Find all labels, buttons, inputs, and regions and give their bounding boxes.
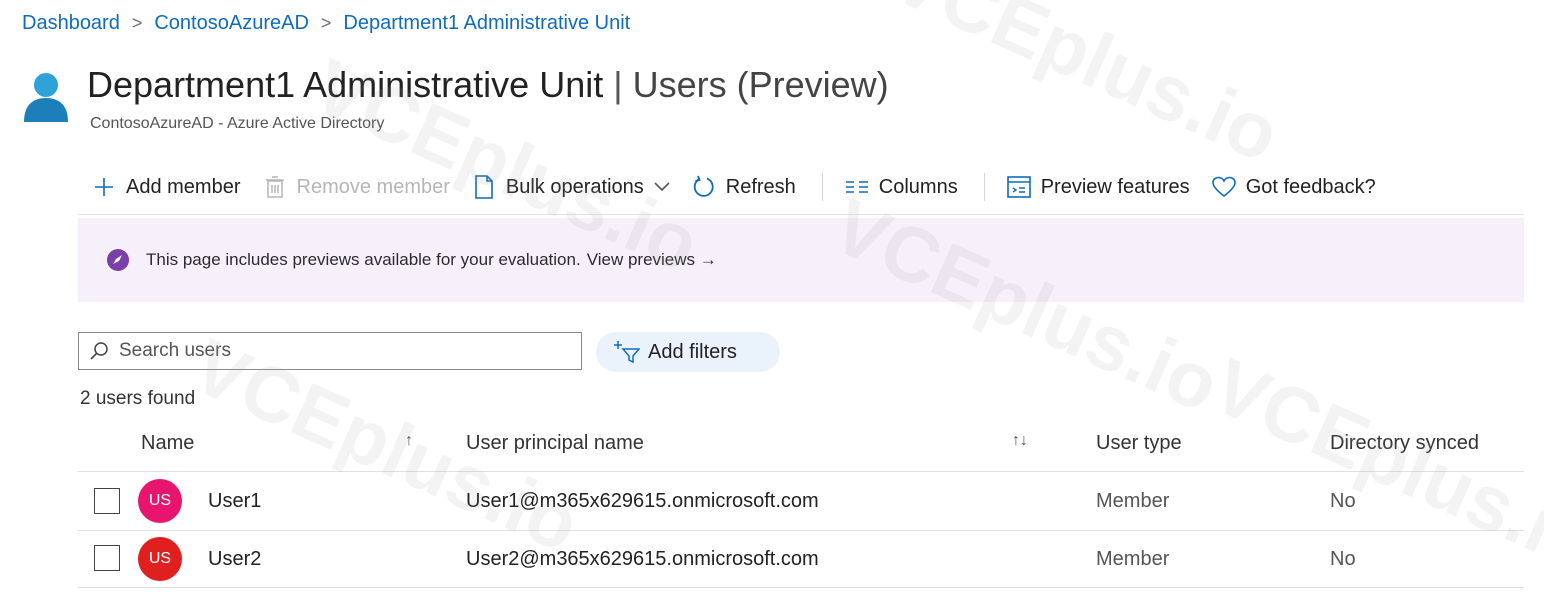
preview-banner-text: This page includes previews available fo…: [146, 250, 581, 269]
add-filters-label: Add filters: [648, 340, 737, 363]
add-member-label: Add member: [126, 175, 241, 198]
page-title-text: Department1 Administrative Unit: [87, 64, 604, 105]
row-divider: [78, 587, 1524, 588]
refresh-icon: [692, 175, 716, 199]
watermark: VCEplus.io: [880, 0, 1293, 179]
breadcrumb-separator: >: [131, 13, 143, 33]
breadcrumb-dashboard[interactable]: Dashboard: [22, 12, 120, 35]
user-name[interactable]: User2: [208, 548, 261, 571]
breadcrumb-admin-unit[interactable]: Department1 Administrative Unit: [343, 12, 630, 35]
sort-upn-icon[interactable]: ↑↓: [1012, 432, 1028, 450]
bulk-operations-label: Bulk operations: [505, 175, 644, 198]
columns-label: Columns: [878, 175, 958, 198]
page-section-title: Users (Preview): [632, 64, 889, 105]
column-header-upn[interactable]: User principal name: [466, 432, 644, 455]
bulk-operations-dropdown[interactable]: Bulk operations: [472, 175, 670, 199]
document-icon: [472, 175, 496, 199]
table-row[interactable]: US User2 User2@m365x629615.onmicrosoft.c…: [78, 531, 1524, 587]
page-title: Department1 Administrative Unit | Users (P…: [87, 64, 889, 106]
plus-icon: [92, 175, 116, 199]
search-icon: [90, 342, 108, 360]
refresh-button[interactable]: Refresh: [692, 175, 796, 199]
columns-icon: [845, 175, 869, 199]
avatar: US: [138, 479, 182, 523]
sort-name-icon[interactable]: ↑: [405, 432, 413, 450]
preview-features-button[interactable]: Preview features: [1006, 175, 1190, 199]
user-icon: [24, 73, 68, 122]
user-type: Member: [1096, 548, 1170, 570]
chevron-down-icon: [654, 182, 670, 192]
command-bar: Add member Remove member Bulk operations…: [92, 167, 1376, 207]
column-header-user-type[interactable]: User type: [1096, 432, 1182, 455]
filter-add-icon: [614, 341, 640, 364]
add-filters-button[interactable]: Add filters: [596, 332, 780, 372]
preview-icon: [1006, 175, 1031, 199]
row-checkbox[interactable]: [94, 545, 120, 571]
user-type: Member: [1096, 490, 1170, 512]
breadcrumb-tenant[interactable]: ContosoAzureAD: [154, 12, 309, 35]
toolbar-divider-line: [78, 214, 1524, 215]
results-count: 2 users found: [80, 388, 196, 409]
title-divider: |: [613, 64, 623, 105]
row-checkbox[interactable]: [94, 488, 120, 514]
user-name[interactable]: User1: [208, 490, 261, 513]
columns-button[interactable]: Columns: [845, 175, 958, 199]
user-principal-name: User1@m365x629615.onmicrosoft.com: [466, 490, 819, 512]
toolbar-divider: [821, 173, 823, 201]
search-input[interactable]: [117, 339, 561, 363]
preview-features-label: Preview features: [1040, 175, 1190, 198]
table-row[interactable]: US User1 User1@m365x629615.onmicrosoft.c…: [78, 472, 1524, 530]
remove-member-button[interactable]: Remove member: [263, 175, 450, 199]
add-member-button[interactable]: Add member: [92, 175, 241, 199]
breadcrumb: Dashboard > ContosoAzureAD > Department1…: [22, 12, 630, 35]
breadcrumb-separator: >: [320, 13, 332, 33]
avatar: US: [138, 537, 182, 581]
directory-synced: No: [1330, 548, 1356, 570]
preview-banner: This page includes previews available fo…: [78, 218, 1524, 302]
column-header-name[interactable]: Name: [141, 432, 194, 455]
user-principal-name: User2@m365x629615.onmicrosoft.com: [466, 548, 819, 570]
refresh-label: Refresh: [725, 175, 796, 198]
heart-icon: [1211, 175, 1236, 199]
feedback-button[interactable]: Got feedback?: [1211, 175, 1376, 199]
view-previews-link[interactable]: View previews →: [587, 250, 717, 270]
column-header-directory-synced[interactable]: Directory synced: [1330, 432, 1479, 455]
rocket-icon: [107, 249, 129, 271]
trash-icon: [263, 175, 287, 199]
remove-member-label: Remove member: [296, 175, 450, 198]
feedback-label: Got feedback?: [1245, 175, 1376, 198]
directory-synced: No: [1330, 490, 1356, 512]
toolbar-divider: [983, 173, 985, 201]
page-subtitle: ContosoAzureAD - Azure Active Directory: [90, 115, 385, 132]
search-box: [78, 332, 582, 370]
